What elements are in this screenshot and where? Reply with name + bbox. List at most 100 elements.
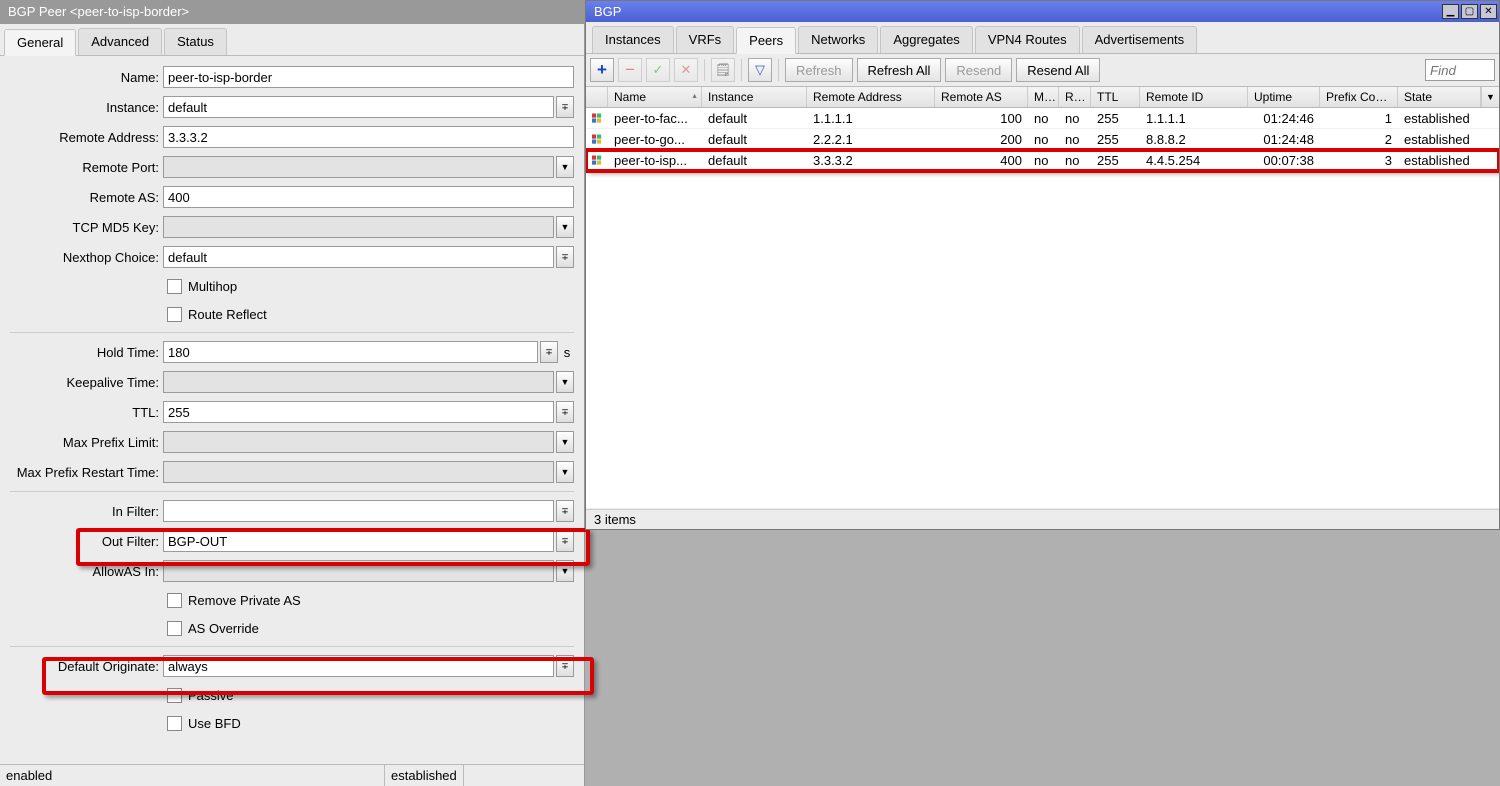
col-remote-as[interactable]: Remote AS <box>935 87 1028 107</box>
tab-peers[interactable]: Peers <box>736 27 796 54</box>
checkbox-multihop[interactable] <box>167 279 182 294</box>
maxpfx-dropdown-icon[interactable]: ▼ <box>556 431 574 453</box>
tab-status[interactable]: Status <box>164 28 227 55</box>
cell-state: established <box>1398 132 1499 147</box>
input-nexthop[interactable] <box>163 246 554 268</box>
hold-suffix: s <box>560 345 574 360</box>
enable-button[interactable]: ✓ <box>646 58 670 82</box>
allowas-dropdown-icon[interactable]: ▼ <box>556 560 574 582</box>
input-ttl[interactable] <box>163 401 554 423</box>
resend-button[interactable]: Resend <box>945 58 1012 82</box>
hold-dropdown-icon[interactable]: ∓ <box>540 341 558 363</box>
col-state[interactable]: State <box>1398 87 1481 107</box>
label-use-bfd: Use BFD <box>188 716 241 731</box>
maxpfxr-dropdown-icon[interactable]: ▼ <box>556 461 574 483</box>
input-maxpfx[interactable] <box>163 431 554 453</box>
refresh-button[interactable]: Refresh <box>785 58 853 82</box>
checkbox-use-bfd[interactable] <box>167 716 182 731</box>
maximize-icon[interactable]: ▢ <box>1461 4 1478 19</box>
md5-dropdown-icon[interactable]: ▼ <box>556 216 574 238</box>
label-maxpfxr: Max Prefix Restart Time: <box>0 465 163 480</box>
tab-vpn4-routes[interactable]: VPN4 Routes <box>975 26 1080 53</box>
resend-all-button[interactable]: Resend All <box>1016 58 1100 82</box>
label-md5: TCP MD5 Key: <box>0 220 163 235</box>
col-route-reflect[interactable]: Ro... <box>1059 87 1091 107</box>
col-remote-address[interactable]: Remote Address <box>807 87 935 107</box>
refresh-all-button[interactable]: Refresh All <box>857 58 942 82</box>
input-remote-address[interactable] <box>163 126 574 148</box>
filter-icon[interactable]: ▽ <box>748 58 772 82</box>
cell-instance: default <box>702 111 807 126</box>
instance-dropdown-icon[interactable]: ∓ <box>556 96 574 118</box>
col-ttl[interactable]: TTL <box>1091 87 1140 107</box>
tab-networks[interactable]: Networks <box>798 26 878 53</box>
outfilter-dropdown-icon[interactable]: ∓ <box>556 530 574 552</box>
table-row[interactable]: peer-to-go...default2.2.2.1200nono2558.8… <box>586 129 1499 150</box>
keepalive-dropdown-icon[interactable]: ▼ <box>556 371 574 393</box>
bgp-peer-statusbar: enabled established <box>0 764 584 786</box>
cell-multihop: no <box>1028 111 1059 126</box>
ttl-dropdown-icon[interactable]: ∓ <box>556 401 574 423</box>
label-maxpfx: Max Prefix Limit: <box>0 435 163 450</box>
remove-button[interactable]: − <box>618 58 642 82</box>
tab-general[interactable]: General <box>4 29 76 56</box>
checkbox-passive[interactable] <box>167 688 182 703</box>
col-flag[interactable] <box>586 87 608 107</box>
input-md5[interactable] <box>163 216 554 238</box>
input-allowas[interactable] <box>163 560 554 582</box>
input-keepalive[interactable] <box>163 371 554 393</box>
add-button[interactable]: + <box>590 58 614 82</box>
bgp-statusbar: 3 items <box>586 509 1499 529</box>
checkbox-remove-private-as[interactable] <box>167 593 182 608</box>
input-remote-port[interactable] <box>163 156 554 178</box>
checkbox-as-override[interactable] <box>167 621 182 636</box>
label-remote-port: Remote Port: <box>0 160 163 175</box>
find-input[interactable] <box>1425 59 1495 81</box>
cell-name: peer-to-go... <box>608 132 702 147</box>
label-passive: Passive <box>188 688 234 703</box>
checkbox-route-reflect[interactable] <box>167 307 182 322</box>
tab-vrfs[interactable]: VRFs <box>676 26 735 53</box>
input-default-originate[interactable] <box>163 655 554 677</box>
col-menu-icon[interactable]: ▼ <box>1481 87 1499 107</box>
label-keepalive: Keepalive Time: <box>0 375 163 390</box>
cell-name: peer-to-isp... <box>608 153 702 168</box>
input-remote-as[interactable] <box>163 186 574 208</box>
cell-prefix-count: 1 <box>1320 111 1398 126</box>
input-outfilter[interactable] <box>163 530 554 552</box>
input-infilter[interactable] <box>163 500 554 522</box>
col-name[interactable]: Name <box>608 87 702 107</box>
col-remote-id[interactable]: Remote ID <box>1140 87 1248 107</box>
deforig-dropdown-icon[interactable]: ∓ <box>556 655 574 677</box>
input-hold-time[interactable] <box>163 341 538 363</box>
table-row[interactable]: peer-to-isp...default3.3.3.2400nono2554.… <box>586 150 1499 171</box>
tab-advertisements[interactable]: Advertisements <box>1082 26 1198 53</box>
tab-advanced[interactable]: Advanced <box>78 28 162 55</box>
input-maxpfxr[interactable] <box>163 461 554 483</box>
col-instance[interactable]: Instance <box>702 87 807 107</box>
cell-uptime: 01:24:48 <box>1248 132 1320 147</box>
grid-header: Name Instance Remote Address Remote AS M… <box>586 87 1499 108</box>
infilter-dropdown-icon[interactable]: ∓ <box>556 500 574 522</box>
tab-aggregates[interactable]: Aggregates <box>880 26 973 53</box>
bgp-titlebar[interactable]: BGP ▁ ▢ ✕ <box>586 1 1499 22</box>
input-instance[interactable] <box>163 96 554 118</box>
bgp-peer-tabbar: General Advanced Status <box>0 24 584 56</box>
disable-button[interactable]: ✕ <box>674 58 698 82</box>
tab-instances[interactable]: Instances <box>592 26 674 53</box>
peer-icon <box>586 134 608 145</box>
status-enabled: enabled <box>0 765 385 786</box>
remote-port-dropdown-icon[interactable]: ▼ <box>556 156 574 178</box>
cell-remote-as: 200 <box>935 132 1028 147</box>
input-name[interactable] <box>163 66 574 88</box>
close-icon[interactable]: ✕ <box>1480 4 1497 19</box>
col-prefix-count[interactable]: Prefix Count <box>1320 87 1398 107</box>
col-uptime[interactable]: Uptime <box>1248 87 1320 107</box>
cell-state: established <box>1398 153 1499 168</box>
cell-multihop: no <box>1028 153 1059 168</box>
nexthop-dropdown-icon[interactable]: ∓ <box>556 246 574 268</box>
minimize-icon[interactable]: ▁ <box>1442 4 1459 19</box>
col-multihop[interactable]: M... <box>1028 87 1059 107</box>
table-row[interactable]: peer-to-fac...default1.1.1.1100nono2551.… <box>586 108 1499 129</box>
comment-button[interactable]: 🗒 <box>711 58 735 82</box>
